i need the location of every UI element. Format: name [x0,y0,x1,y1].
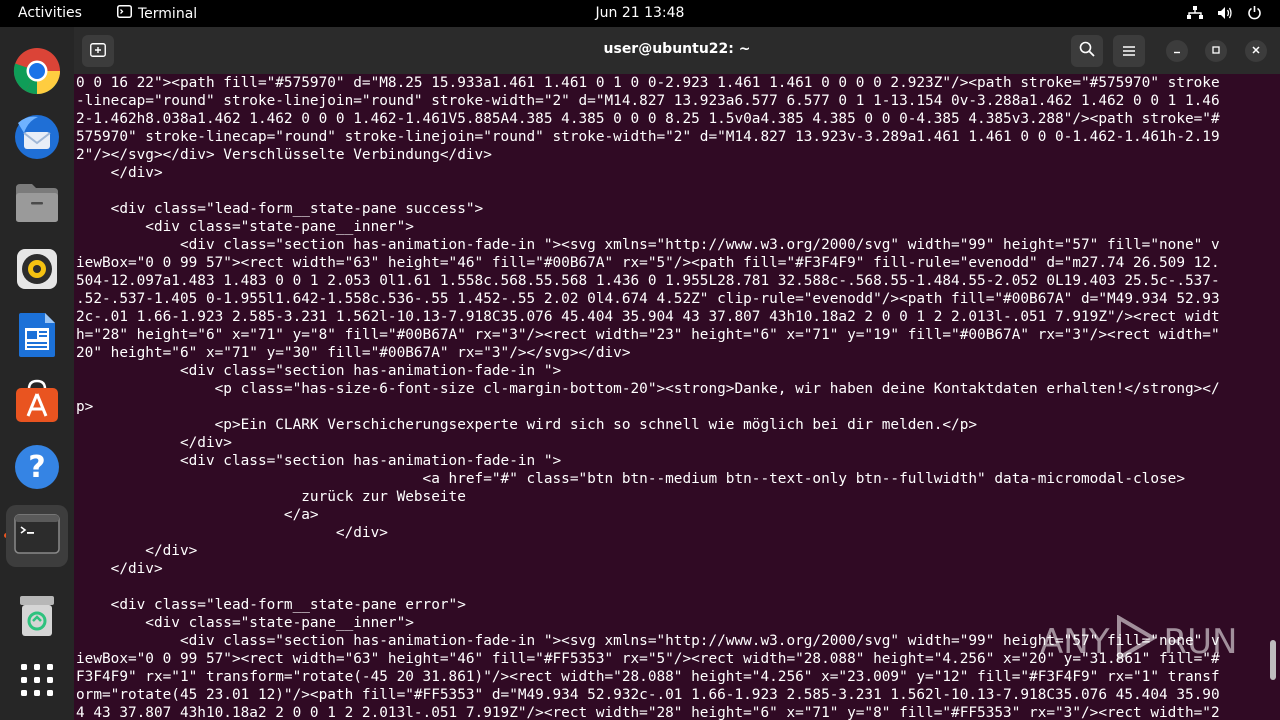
search-icon [1079,41,1095,61]
search-button[interactable] [1071,35,1103,67]
terminal-line: 2"/></svg></div> Verschlüsselte Verbindu… [76,147,492,163]
new-tab-icon [90,42,106,61]
terminal-line: <div class="lead-form__state-pane succes… [76,201,484,217]
terminal-line: 20" height="6" x="71" y="30" fill="#00B6… [76,345,631,361]
terminal-line: <div class="section has-animation-fade-i… [76,363,562,379]
dock-show-apps[interactable] [10,655,64,709]
terminal-line: </div> [76,561,163,577]
terminal-line: <p>Ein CLARK Verschicherungsexperte wird… [76,417,978,433]
terminal-line: </div> [76,165,163,181]
dock-software[interactable] [10,376,64,430]
app-menu[interactable]: Terminal [117,5,197,22]
terminal-line: 2c-.01 1.66-1.923 2.585-3.231 1.562l-10.… [76,309,1220,325]
terminal-line: <div class="state-pane__inner"> [76,615,414,631]
terminal-line: zurück zur Webseite [76,489,466,505]
writer-icon [17,312,57,362]
terminal-icon [14,514,60,558]
maximize-button[interactable] [1205,40,1227,62]
terminal-line: <div class="section has-animation-fade-i… [76,453,562,469]
watermark-text-left: ANY [1040,622,1110,662]
files-icon [14,182,60,228]
help-icon: ? [14,444,60,494]
terminal-app-icon [117,5,132,22]
top-bar: Activities Terminal Jun 21 13:48 [0,0,1280,27]
terminal-line: </a> [76,507,319,523]
network-icon[interactable] [1187,5,1203,24]
terminal-line: 0 0 16 22"><path fill="#575970" d="M8.25… [76,75,1220,91]
volume-icon[interactable] [1217,6,1233,24]
dock-terminal[interactable] [6,505,68,567]
dock-writer[interactable] [10,310,64,364]
terminal-header-bar: user@ubuntu22: ~ [74,27,1280,74]
thunderbird-icon [12,113,62,165]
dock-rhythmbox[interactable] [10,244,64,298]
dock-help[interactable]: ? [10,442,64,496]
terminal-line: orm="rotate(45 23.01 12)"/><path fill="#… [76,687,1220,703]
dock-trash[interactable] [10,591,64,645]
terminal-line: </div> [76,543,198,559]
terminal-line: 504-12.097a1.483 1.483 0 0 1 2.053 0l1.6… [76,273,1220,289]
menu-button[interactable] [1113,35,1145,67]
terminal-line: <div class="section has-animation-fade-i… [76,237,1220,253]
power-icon[interactable] [1247,5,1262,24]
app-menu-label: Terminal [138,5,198,22]
minimize-button[interactable] [1166,40,1188,62]
terminal-line: p> [76,399,94,415]
rhythmbox-icon [16,248,58,294]
terminal-line: iewBox="0 0 99 57"><rect width="63" heig… [76,255,1220,271]
scrollbar[interactable] [1270,640,1276,680]
minimize-icon [1172,44,1182,58]
terminal-line: </div> [76,525,388,541]
play-logo-icon [1115,614,1158,670]
terminal-line: 575970" stroke-linecap="round" stroke-li… [76,129,1220,145]
new-tab-button[interactable] [82,35,114,67]
dock: ? [0,27,74,720]
anyrun-watermark: ANY RUN [1040,612,1237,672]
dock-files[interactable] [10,178,64,232]
close-icon [1251,44,1261,58]
maximize-icon [1211,44,1221,58]
terminal-line: <a href="#" class="btn btn--medium btn--… [76,471,1185,487]
terminal-line: -linecap="round" stroke-linejoin="round"… [76,93,1220,109]
terminal-line: <div class="lead-form__state-pane error"… [76,597,466,613]
terminal-line: 2-1.462h8.038a1.462 1.462 0 0 0 1.462-1.… [76,111,1220,127]
terminal-line: .52-.537-1.405 0-1.955l1.642-1.558c.536-… [76,291,1220,307]
activities-button[interactable]: Activities [18,5,82,21]
svg-text:?: ? [28,450,45,485]
hamburger-menu-icon [1122,42,1136,61]
trash-icon [17,594,57,642]
software-icon [14,379,60,427]
dock-thunderbird[interactable] [10,112,64,166]
terminal-line: <p class="has-size-6-font-size cl-margin… [76,381,1220,397]
watermark-text-right: RUN [1163,622,1238,662]
terminal-line: h="28" height="6" x="71" y="8" fill="#00… [76,327,1220,343]
system-tray[interactable] [1187,5,1262,24]
terminal-line: 4 43 37.807 43h10.18a2 2 0 0 1 2 2.013l-… [76,705,1220,720]
apps-grid-icon [20,663,54,701]
dock-chrome[interactable] [10,46,64,100]
chrome-icon [13,47,61,99]
terminal-line: <div class="state-pane__inner"> [76,219,414,235]
close-button[interactable] [1245,40,1267,62]
terminal-line: </div> [76,435,232,451]
clock[interactable]: Jun 21 13:48 [596,5,685,21]
